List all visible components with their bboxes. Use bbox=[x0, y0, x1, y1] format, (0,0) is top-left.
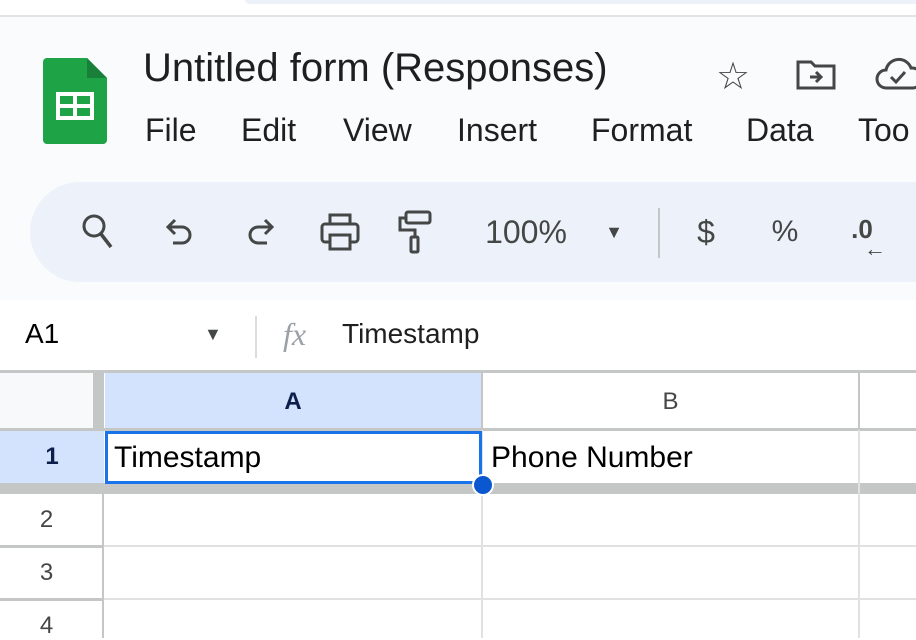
toolbar-divider bbox=[658, 208, 660, 258]
menu-insert[interactable]: Insert bbox=[457, 112, 537, 149]
row-header-1[interactable]: 1 bbox=[0, 431, 104, 483]
currency-format-button[interactable]: $ bbox=[690, 182, 722, 282]
undo-icon[interactable] bbox=[158, 182, 202, 282]
menu-data[interactable]: Data bbox=[746, 112, 814, 149]
name-box-dropdown-icon[interactable]: ▼ bbox=[204, 324, 222, 345]
sheets-logo-icon[interactable] bbox=[43, 58, 107, 144]
cloud-saved-icon[interactable] bbox=[874, 56, 916, 97]
name-box[interactable]: A1 bbox=[25, 318, 59, 350]
browser-bar-edge bbox=[245, 0, 916, 4]
print-icon[interactable] bbox=[316, 182, 364, 282]
move-folder-icon[interactable] bbox=[796, 58, 836, 95]
zoom-dropdown-icon[interactable]: ▼ bbox=[602, 182, 626, 282]
fx-icon: fx bbox=[283, 316, 307, 352]
star-icon[interactable]: ☆ bbox=[716, 54, 750, 99]
formula-bar: A1 ▼ fx Timestamp bbox=[0, 300, 916, 370]
column-header-b[interactable]: B bbox=[482, 373, 859, 430]
menu-file[interactable]: File bbox=[145, 112, 197, 149]
menu-edit[interactable]: Edit bbox=[241, 112, 296, 149]
document-title[interactable]: Untitled form (Responses) bbox=[143, 46, 608, 91]
row-header-4[interactable]: 4 bbox=[0, 600, 93, 639]
select-all-corner[interactable] bbox=[0, 372, 93, 430]
menu-tools[interactable]: Too bbox=[858, 112, 910, 149]
formula-input[interactable]: Timestamp bbox=[342, 318, 479, 350]
menu-format[interactable]: Format bbox=[591, 112, 692, 149]
search-icon[interactable] bbox=[74, 182, 122, 282]
arrow-left-icon: ← bbox=[864, 236, 886, 261]
redo-icon[interactable] bbox=[238, 182, 282, 282]
paint-format-icon[interactable] bbox=[394, 182, 436, 282]
spreadsheet-grid: A B 1 2 3 4 Timestamp Phone Number bbox=[0, 370, 916, 639]
percent-format-button[interactable]: % bbox=[768, 182, 802, 282]
row-freeze-bar[interactable] bbox=[0, 483, 916, 494]
decrease-decimal-button[interactable]: .0 bbox=[842, 182, 882, 282]
row-header-3[interactable]: 3 bbox=[0, 547, 93, 599]
column-freeze-bar[interactable] bbox=[93, 370, 104, 432]
cell-a1[interactable]: Timestamp bbox=[105, 431, 482, 484]
row-header-2[interactable]: 2 bbox=[0, 494, 93, 546]
cell-b1[interactable]: Phone Number bbox=[491, 431, 693, 484]
menu-view[interactable]: View bbox=[343, 112, 412, 149]
fill-handle[interactable] bbox=[472, 474, 494, 496]
zoom-select[interactable]: 100% bbox=[476, 182, 576, 282]
toolbar: 100% ▼ $ % .0 ← bbox=[30, 182, 916, 282]
formula-divider bbox=[255, 316, 257, 358]
column-header-a[interactable]: A bbox=[105, 373, 481, 430]
